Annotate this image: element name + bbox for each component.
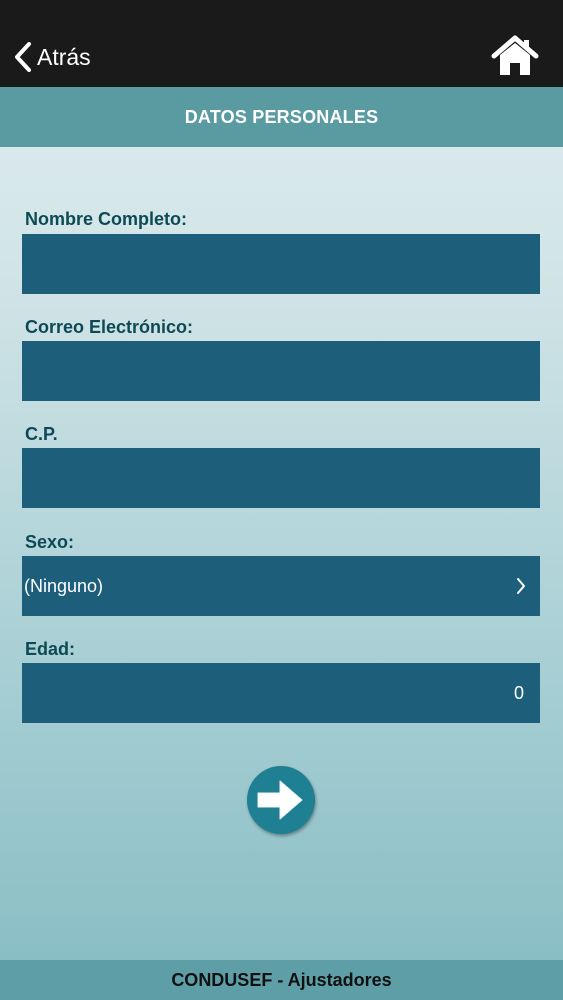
back-button[interactable]: Atrás [14,40,91,74]
edad-value: 0 [513,682,524,703]
nombre-label: Nombre Completo: [25,209,187,229]
cp-label: C.P. [25,424,58,444]
home-button[interactable] [491,35,539,77]
top-nav-bar: Atrás [0,0,563,87]
home-icon [491,35,539,75]
cp-input[interactable] [22,448,540,508]
edad-label: Edad: [25,639,76,659]
next-button[interactable] [247,766,315,834]
edad-input[interactable]: 0 [22,663,540,723]
sexo-label: Sexo: [25,532,75,552]
section-header: DATOS PERSONALES [0,87,563,147]
footer-text: CONDUSEF - Ajustadores [171,969,392,990]
page-title: DATOS PERSONALES [184,106,379,127]
correo-input[interactable] [22,341,540,401]
chevron-right-icon [517,578,525,594]
sexo-select[interactable]: (Ninguno) [22,556,540,616]
nombre-input[interactable] [22,234,540,294]
arrow-right-icon [257,780,303,820]
correo-label: Correo Electrónico: [25,317,194,337]
back-label: Atrás [37,43,91,70]
sexo-value: (Ninguno) [24,575,104,596]
chevron-left-icon [15,42,31,72]
footer-bar: CONDUSEF - Ajustadores [0,960,563,1000]
